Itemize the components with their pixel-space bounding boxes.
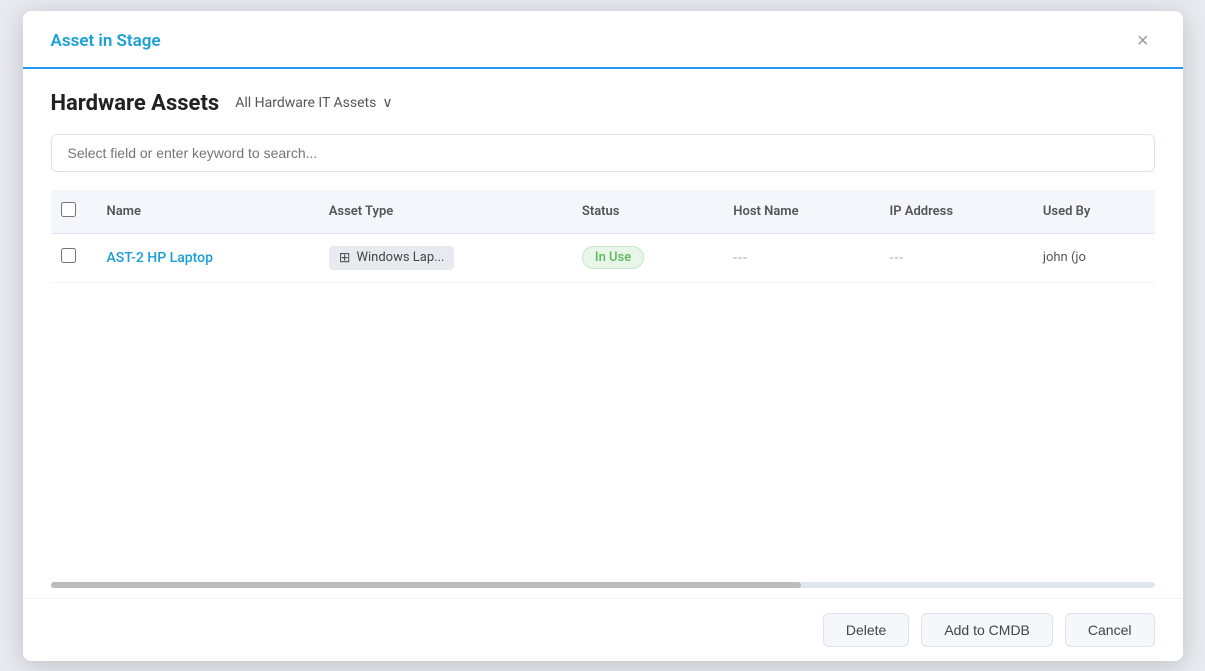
close-button[interactable]: ×: [1131, 29, 1155, 53]
filter-label: All Hardware IT Assets: [235, 95, 376, 111]
page-title: Hardware Assets: [51, 91, 220, 116]
used-by-value: john (jo: [1043, 250, 1086, 265]
asset-type-badge: ⊞ Windows Lap...: [329, 246, 455, 270]
row-checkbox[interactable]: [61, 248, 76, 263]
row-name-cell: AST-2 HP Laptop: [91, 233, 313, 282]
modal-title: Asset in Stage: [51, 31, 161, 51]
row-asset-type-cell: ⊞ Windows Lap...: [313, 233, 566, 282]
row-status-cell: In Use: [566, 233, 717, 282]
delete-button[interactable]: Delete: [823, 613, 909, 647]
table-row: AST-2 HP Laptop ⊞ Windows Lap... In Use: [51, 233, 1155, 282]
assets-table-container: Name Asset Type Status Host Name: [51, 190, 1155, 582]
modal-header: Asset in Stage ×: [23, 11, 1183, 69]
add-to-cmdb-button[interactable]: Add to CMDB: [921, 613, 1053, 647]
col-name: Name: [91, 190, 313, 234]
search-input[interactable]: [51, 134, 1155, 172]
horizontal-scrollbar[interactable]: [51, 582, 1155, 588]
chevron-down-icon: ∨: [382, 95, 392, 111]
row-used-by-cell: john (jo: [1027, 233, 1155, 282]
row-host-name-cell: ---: [717, 233, 873, 282]
table-header-row: Name Asset Type Status Host Name: [51, 190, 1155, 234]
col-checkbox: [51, 190, 91, 234]
windows-icon: ⊞: [339, 250, 351, 266]
modal-footer: Delete Add to CMDB Cancel: [23, 598, 1183, 661]
col-status: Status: [566, 190, 717, 234]
col-used-by: Used By: [1027, 190, 1155, 234]
modal-body: Hardware Assets All Hardware IT Assets ∨: [23, 69, 1183, 582]
cancel-button[interactable]: Cancel: [1065, 613, 1155, 647]
select-all-checkbox[interactable]: [61, 202, 76, 217]
scrollbar-thumb: [51, 582, 801, 588]
status-badge: In Use: [582, 246, 644, 269]
col-asset-type: Asset Type: [313, 190, 566, 234]
col-host-name: Host Name: [717, 190, 873, 234]
modal-overlay: Asset in Stage × Hardware Assets All Har…: [0, 0, 1205, 671]
asset-link[interactable]: AST-2 HP Laptop: [107, 250, 213, 266]
modal-dialog: Asset in Stage × Hardware Assets All Har…: [23, 11, 1183, 661]
col-ip-address: IP Address: [873, 190, 1026, 234]
row-ip-address-cell: ---: [873, 233, 1026, 282]
page-header: Hardware Assets All Hardware IT Assets ∨: [51, 91, 1155, 116]
row-checkbox-cell: [51, 233, 91, 282]
assets-table: Name Asset Type Status Host Name: [51, 190, 1155, 283]
filter-dropdown[interactable]: All Hardware IT Assets ∨: [235, 95, 392, 111]
